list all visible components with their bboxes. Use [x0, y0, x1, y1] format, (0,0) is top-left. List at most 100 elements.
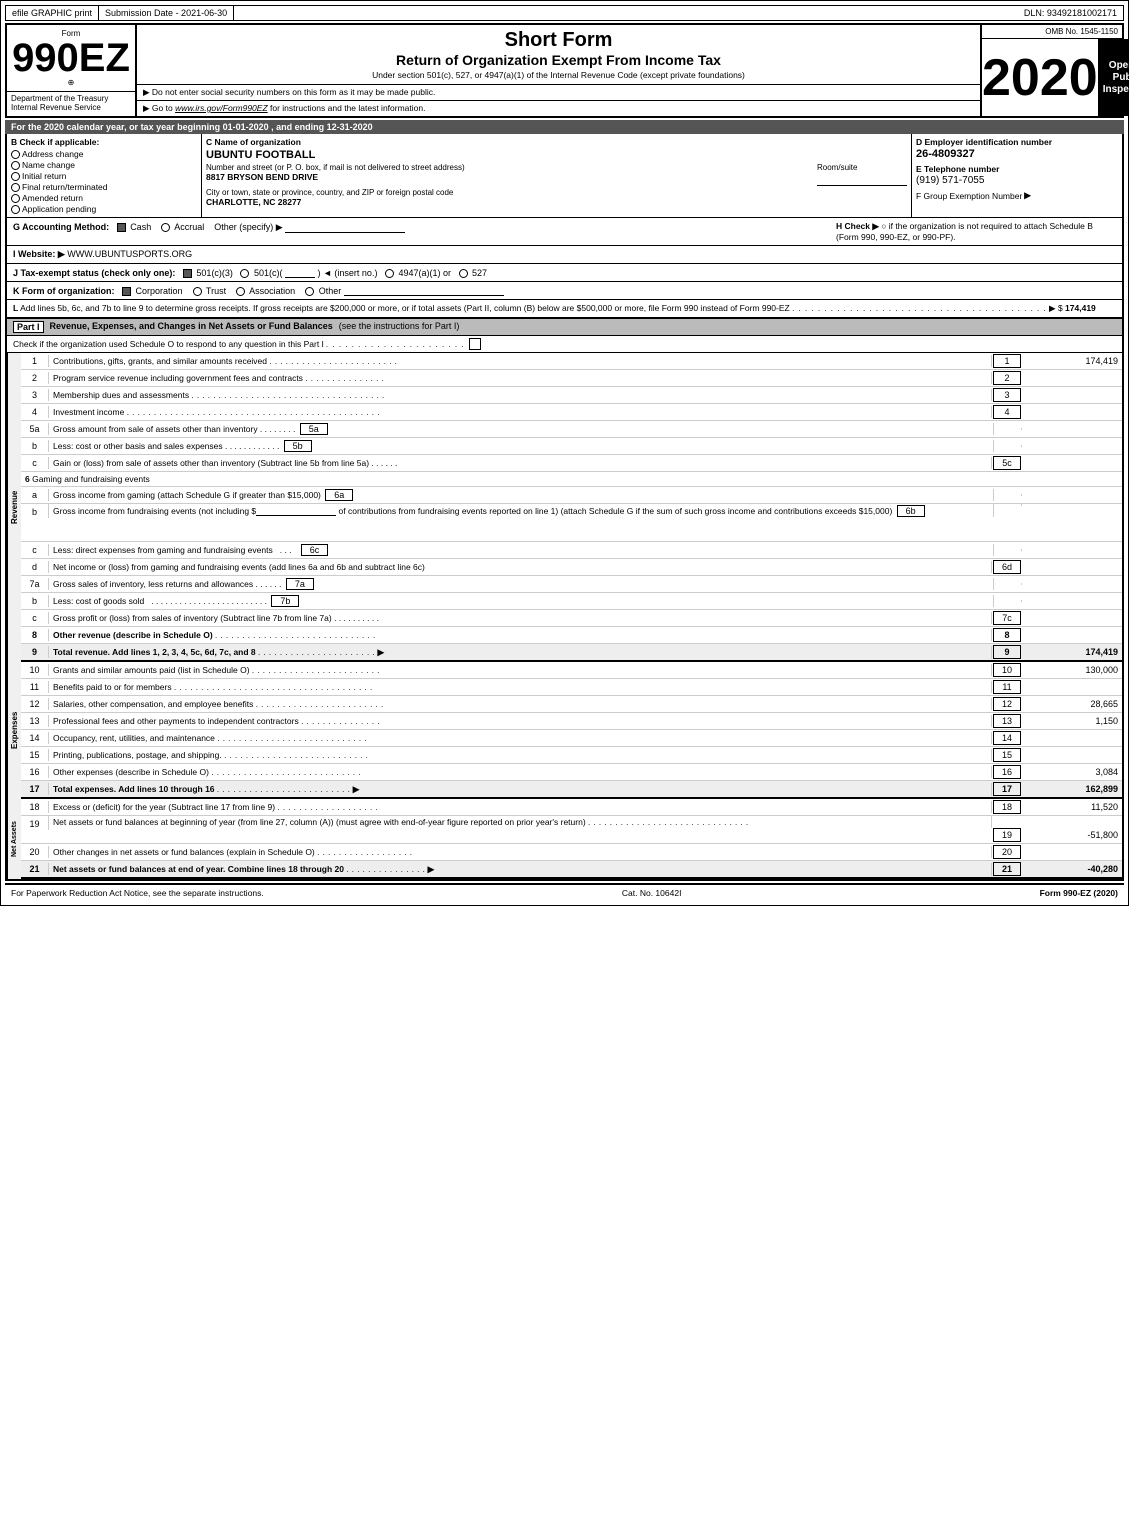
row-num: 1 — [21, 355, 49, 367]
row-label: Excess or (deficit) for the year (Subtra… — [49, 801, 992, 813]
row-num: 19 — [21, 816, 49, 830]
b-label: B Check if applicable: — [11, 137, 197, 147]
j-insert-box[interactable] — [285, 267, 315, 278]
row-num: b — [21, 440, 49, 452]
table-row: b Less: cost or other basis and sales ex… — [21, 438, 1122, 455]
expenses-label: Expenses — [7, 662, 21, 799]
open-label: Open to Public Inspection — [1103, 60, 1129, 96]
footer: For Paperwork Reduction Act Notice, see … — [5, 883, 1124, 901]
row-label: Membership dues and assessments . . . . … — [49, 389, 992, 401]
table-row: 10 Grants and similar amounts paid (list… — [21, 662, 1122, 679]
row-label: Less: cost of goods sold . . . . . . . .… — [49, 595, 994, 607]
row-num-box: 12 — [993, 697, 1021, 711]
row-num-box: 20 — [993, 845, 1021, 859]
k-other-check[interactable] — [305, 287, 314, 296]
k-assoc-check[interactable] — [236, 287, 245, 296]
row-label: Professional fees and other payments to … — [49, 715, 992, 727]
final-circle — [11, 183, 20, 192]
i-label: I Website: ▶ — [13, 249, 65, 259]
row-value — [1022, 394, 1122, 396]
row-num-box: 1 — [993, 354, 1021, 368]
table-row: 19 Net assets or fund balances at beginn… — [21, 816, 1122, 844]
table-row: 18 Excess or (deficit) for the year (Sub… — [21, 799, 1122, 816]
year-line: For the 2020 calendar year, or tax year … — [5, 120, 1124, 134]
l-row: L Add lines 5b, 6c, and 7b to line 9 to … — [7, 300, 1122, 319]
row-num: 2 — [21, 372, 49, 384]
row-value — [1022, 566, 1122, 568]
c-label: C Name of organization — [206, 137, 907, 147]
check-address[interactable]: Address change — [11, 149, 197, 159]
k-trust-label: Trust — [206, 286, 226, 296]
table-row: d Net income or (loss) from gaming and f… — [21, 559, 1122, 576]
table-row: 15 Printing, publications, postage, and … — [21, 747, 1122, 764]
j-insert-label: ) ◄ (insert no.) — [318, 268, 378, 278]
title2: Return of Organization Exempt From Incom… — [141, 52, 976, 68]
table-row: 9 Total revenue. Add lines 1, 2, 3, 4, 5… — [21, 644, 1122, 662]
j-527-check[interactable] — [459, 269, 468, 278]
row-value — [1022, 851, 1122, 853]
part1-label: Part I — [13, 321, 44, 333]
row-value: 28,665 — [1022, 698, 1122, 710]
table-row: 1 Contributions, gifts, grants, and simi… — [21, 353, 1122, 370]
h-label: H Check ▶ — [836, 221, 879, 231]
row-spacer — [994, 445, 1022, 447]
row-value: 1,150 — [1022, 715, 1122, 727]
row-label: Gross sales of inventory, less returns a… — [49, 578, 994, 590]
row-label: Benefits paid to or for members . . . . … — [49, 681, 992, 693]
table-row: 3 Membership dues and assessments . . . … — [21, 387, 1122, 404]
address-circle — [11, 150, 20, 159]
check-pending[interactable]: Application pending — [11, 204, 197, 214]
table-row: 12 Salaries, other compensation, and emp… — [21, 696, 1122, 713]
k-trust-check[interactable] — [193, 287, 202, 296]
check-initial[interactable]: Initial return — [11, 171, 197, 181]
j-501c-label: 501(c)( — [254, 268, 283, 278]
check-name[interactable]: Name change — [11, 160, 197, 170]
net-assets-label: Net Assets — [7, 799, 21, 879]
row-num-box: 17 — [993, 782, 1021, 796]
row-spacer — [994, 583, 1022, 585]
j-4947-check[interactable] — [385, 269, 394, 278]
k-corp-check[interactable] — [122, 287, 131, 296]
cash-checkbox[interactable] — [117, 223, 126, 232]
table-row: 4 Investment income . . . . . . . . . . … — [21, 404, 1122, 421]
f-label: F Group Exemption Number — [916, 191, 1022, 201]
initial-label: Initial return — [22, 171, 66, 181]
j-501c-check[interactable] — [240, 269, 249, 278]
i-value: WWW.UBUNTUSPORTS.ORG — [67, 249, 192, 259]
row-label: Total expenses. Add lines 10 through 16 … — [49, 783, 992, 796]
k-other-input[interactable] — [344, 285, 504, 296]
table-row: c Less: direct expenses from gaming and … — [21, 542, 1122, 559]
address-label: Address change — [22, 149, 83, 159]
row-label: Other expenses (describe in Schedule O) … — [49, 766, 992, 778]
row-num-box: 4 — [993, 405, 1021, 419]
row-num: d — [21, 561, 49, 573]
row-num-box: 14 — [993, 731, 1021, 745]
schedule-checkbox[interactable] — [469, 338, 481, 350]
g-row: G Accounting Method: Cash Accrual Other … — [7, 218, 1122, 246]
notice2-link[interactable]: www.irs.gov/Form990EZ — [175, 103, 268, 113]
row-value — [1022, 377, 1122, 379]
revenue-label: Revenue — [7, 353, 21, 662]
check-final[interactable]: Final return/terminated — [11, 182, 197, 192]
j-row: J Tax-exempt status (check only one): 50… — [7, 264, 1122, 282]
other-input[interactable] — [285, 221, 405, 233]
pending-circle — [11, 205, 20, 214]
row-num-box: 19 — [993, 828, 1021, 842]
k-corp-label: Corporation — [136, 286, 183, 296]
row-label: Investment income . . . . . . . . . . . … — [49, 406, 992, 418]
check-amended[interactable]: Amended return — [11, 193, 197, 203]
table-row: b Less: cost of goods sold . . . . . . .… — [21, 593, 1122, 610]
row-num: a — [21, 489, 49, 501]
row-value — [1022, 686, 1122, 688]
accrual-checkbox[interactable] — [161, 223, 170, 232]
row-value: 3,084 — [1022, 766, 1122, 778]
row-num-box: 13 — [993, 714, 1021, 728]
year-number: 2020 — [982, 39, 1099, 116]
row-num: c — [21, 612, 49, 624]
j-501c3-check[interactable] — [183, 269, 192, 278]
row-num-box: 11 — [993, 680, 1021, 694]
row-num: 11 — [21, 681, 49, 693]
j-527-label: 527 — [472, 268, 487, 278]
k-other-label: Other — [319, 286, 342, 296]
row-num: 13 — [21, 715, 49, 727]
